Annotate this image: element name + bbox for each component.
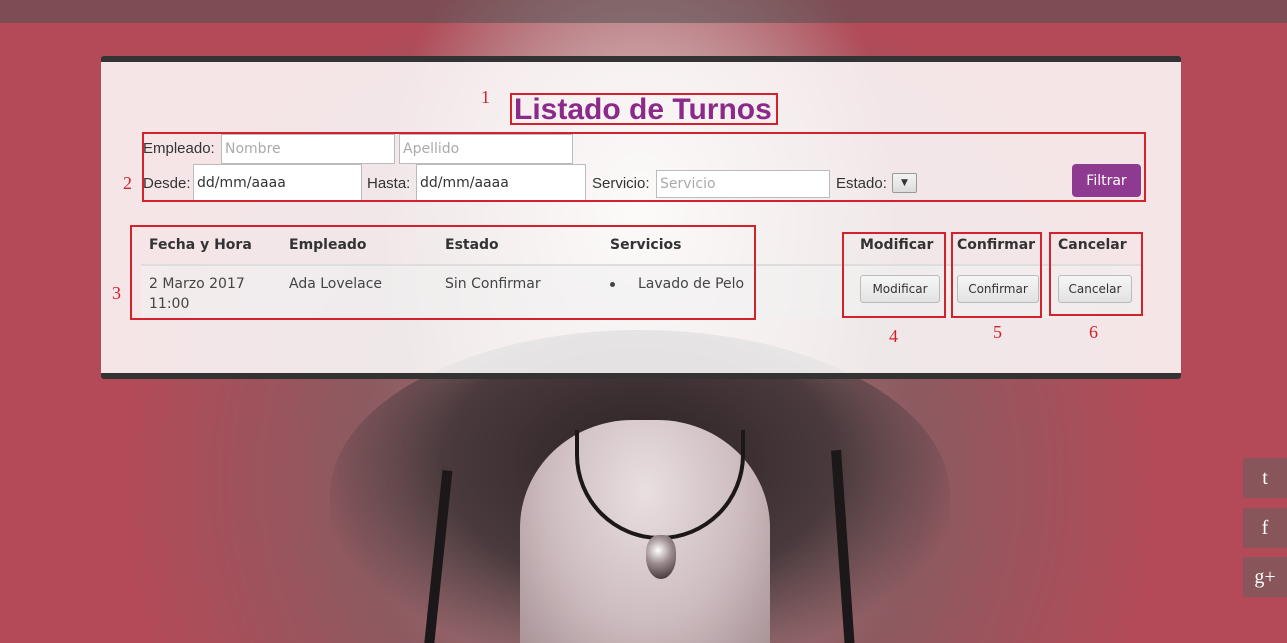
annotation-number-5: 5 <box>993 322 1002 342</box>
annotation-number-3: 3 <box>112 283 121 303</box>
annotation-box-4 <box>842 232 946 318</box>
annotation-box-2 <box>142 132 1146 202</box>
annotation-box-5 <box>951 232 1042 318</box>
google-plus-icon[interactable]: g+ <box>1243 557 1287 597</box>
annotation-box-6 <box>1049 232 1143 316</box>
annotation-number-4: 4 <box>889 326 898 346</box>
twitter-icon[interactable]: t <box>1243 458 1287 498</box>
background-photo-pendant <box>646 535 676 579</box>
annotation-box-1 <box>510 93 778 125</box>
facebook-icon[interactable]: f <box>1243 508 1287 548</box>
annotation-number-6: 6 <box>1089 322 1098 342</box>
annotation-number-1: 1 <box>481 87 490 107</box>
top-bar <box>0 0 1287 23</box>
annotation-box-3 <box>130 225 756 320</box>
annotation-number-2: 2 <box>123 173 132 193</box>
